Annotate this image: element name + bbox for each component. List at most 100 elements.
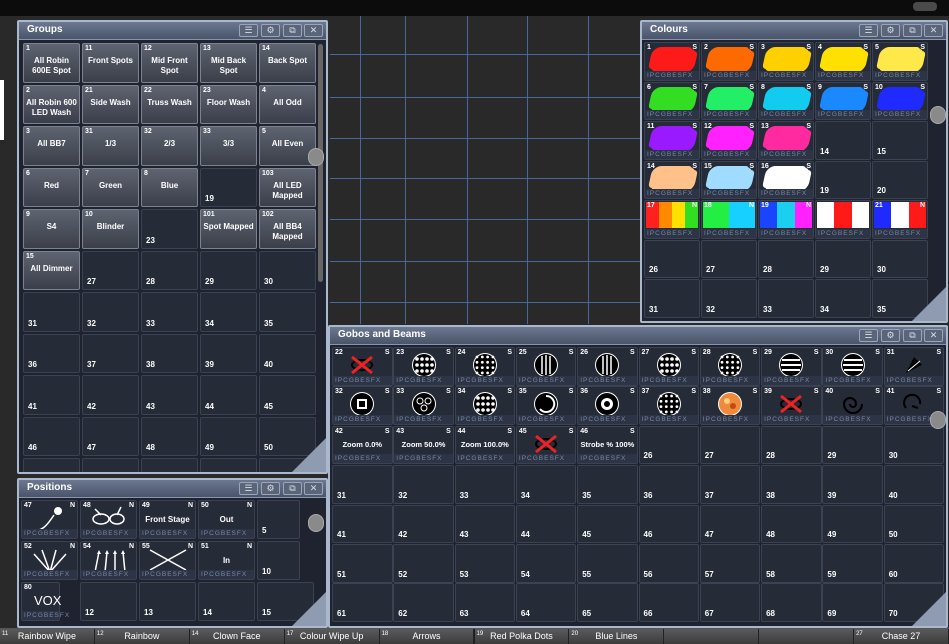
colour-cell[interactable]: 29 <box>815 239 871 278</box>
position-cell[interactable]: VOX IPCGBESFX 80 <box>21 582 69 621</box>
colour-cell[interactable]: IPCGBESFX N 20 <box>815 200 871 239</box>
group-cell[interactable]: 35 <box>259 292 316 332</box>
group-cell[interactable]: 6 Red <box>23 167 80 207</box>
gobo-cell[interactable]: Zoom 50.0% IPCGBESFX S 43 <box>393 425 454 465</box>
resize-corner-icon[interactable] <box>912 287 946 321</box>
group-cell[interactable]: 44 <box>200 375 257 415</box>
gobo-cell[interactable]: IPCGBESFX S 24 <box>454 347 516 386</box>
gobo-cell[interactable]: Zoom 0.0% IPCGBESFX S 42 <box>332 425 393 465</box>
gobo-cell[interactable]: 36 <box>638 465 699 504</box>
gobo-cell[interactable]: 32 <box>393 465 454 504</box>
group-cell[interactable]: 10 Blinder <box>82 209 139 249</box>
position-cell[interactable]: Front Stage IPCGBESFX N 49 <box>139 500 196 539</box>
colour-cell[interactable]: 34 <box>815 279 871 318</box>
gobos-scroll-handle[interactable] <box>930 411 946 429</box>
menu-icon[interactable]: ☰ <box>239 482 258 495</box>
positions-scroll-handle[interactable] <box>308 514 324 532</box>
close-icon[interactable]: ✕ <box>304 482 323 495</box>
group-cell[interactable]: 41 <box>23 375 80 415</box>
gobo-cell[interactable]: 63 <box>454 583 516 622</box>
playback-button[interactable]: 27 Chase 27 <box>854 629 949 644</box>
colour-cell[interactable]: IPCGBESFX S 7 <box>701 81 757 120</box>
colour-cell[interactable]: IPCGBESFX S 2 <box>701 42 757 81</box>
colour-cell[interactable]: IPCGBESFX S 4 <box>815 42 871 81</box>
colour-cell[interactable]: IPCGBESFX S 15 <box>701 160 757 199</box>
group-cell[interactable]: 29 <box>200 250 257 290</box>
group-cell[interactable]: 12 Mid Front Spot <box>141 43 198 83</box>
playback-button[interactable]: 20 Blue Lines <box>569 629 665 644</box>
group-cell[interactable]: 2 All Robin 600 LED Wash <box>23 84 80 124</box>
playback-button[interactable]: 18 Arrows <box>379 629 475 644</box>
colour-cell[interactable]: 20 <box>872 160 928 199</box>
menu-icon[interactable]: ☰ <box>859 24 878 37</box>
colour-cell[interactable]: IPCGBESFX S 13 <box>758 121 814 160</box>
gobo-cell[interactable]: 48 <box>761 504 822 544</box>
position-cell[interactable]: IPCGBESFX N 52 <box>21 541 78 580</box>
menu-icon[interactable]: ☰ <box>239 24 258 37</box>
group-cell[interactable]: 33 <box>141 292 198 332</box>
group-cell[interactable]: 40 <box>259 333 316 373</box>
gobo-cell[interactable]: 55 <box>577 544 638 583</box>
group-cell[interactable]: 9 S4 <box>23 209 80 249</box>
colour-cell[interactable]: 32 <box>701 279 757 318</box>
playback-button[interactable]: 14 Clown Face <box>189 629 285 644</box>
gobo-cell[interactable]: 30 <box>883 425 945 465</box>
gobo-cell[interactable]: 46 <box>638 504 699 544</box>
colour-cell[interactable]: 26 <box>644 239 700 278</box>
close-icon[interactable]: ✕ <box>304 24 323 37</box>
gobo-cell[interactable]: 62 <box>393 583 454 622</box>
gobo-cell[interactable]: 60 <box>883 544 945 583</box>
gobo-cell[interactable]: IPCGBESFX S 28 <box>699 347 761 386</box>
resize-corner-icon[interactable] <box>292 438 326 472</box>
group-cell[interactable]: 31 1/3 <box>82 126 139 166</box>
gobo-cell[interactable]: 49 <box>822 504 883 544</box>
group-cell[interactable]: 49 <box>200 416 257 456</box>
colour-cell[interactable]: IPCGBESFX S 14 <box>644 160 700 199</box>
gobo-cell[interactable]: 59 <box>822 544 883 583</box>
colour-cell[interactable]: 15 <box>872 121 928 160</box>
colour-cell[interactable]: IPCGBESFX S 1 <box>644 42 700 81</box>
group-cell[interactable]: 21 Side Wash <box>82 84 139 124</box>
group-cell[interactable]: 32 2/3 <box>141 126 198 166</box>
gobo-cell[interactable]: IPCGBESFX S 23 <box>393 347 454 386</box>
maximize-icon[interactable]: ⧉ <box>903 24 922 37</box>
groups-scroll-handle[interactable] <box>308 148 324 166</box>
group-cell[interactable]: 39 <box>200 333 257 373</box>
group-cell[interactable]: 31 <box>23 292 80 332</box>
colour-cell[interactable]: 27 <box>701 239 757 278</box>
position-cell[interactable]: IPCGBESFX N 48 <box>80 500 137 539</box>
close-icon[interactable]: ✕ <box>924 24 943 37</box>
resize-corner-icon[interactable] <box>292 592 326 626</box>
group-cell[interactable]: 22 Truss Wash <box>141 84 198 124</box>
gobo-cell[interactable]: IPCGBESFX S 36 <box>577 386 638 425</box>
gobo-cell[interactable]: 61 <box>332 583 393 622</box>
group-cell[interactable]: 1 All Robin 600E Spot <box>23 43 80 83</box>
gobo-cell[interactable]: 56 <box>638 544 699 583</box>
gobo-cell[interactable]: IPCGBESFX S 30 <box>822 347 883 386</box>
gobo-cell[interactable]: IPCGBESFX S 45 <box>515 425 577 465</box>
gobo-cell[interactable]: 41 <box>332 504 393 544</box>
position-cell[interactable]: 14 <box>198 582 255 621</box>
position-cell[interactable]: 10 <box>257 541 300 580</box>
gobo-cell[interactable]: IPCGBESFX S 35 <box>515 386 577 425</box>
colour-cell[interactable]: IPCGBESFX N 17 <box>644 200 700 239</box>
gobo-cell[interactable]: 44 <box>515 504 577 544</box>
gobo-cell[interactable]: 67 <box>699 583 761 622</box>
group-cell[interactable]: 4 All Odd <box>259 84 316 124</box>
playback-button[interactable]: 19 Red Polka Dots <box>474 629 570 644</box>
gobo-cell[interactable]: IPCGBESFX S 25 <box>515 347 577 386</box>
colour-cell[interactable]: IPCGBESFX S 9 <box>815 81 871 120</box>
colour-cell[interactable]: 31 <box>644 279 700 318</box>
position-cell[interactable]: 12 <box>80 582 137 621</box>
gobo-cell[interactable]: IPCGBESFX S 27 <box>638 347 699 386</box>
group-cell[interactable]: 23 Floor Wash <box>200 84 257 124</box>
gobo-cell[interactable]: IPCGBESFX S 40 <box>822 386 883 425</box>
colour-cell[interactable]: 30 <box>872 239 928 278</box>
gobo-cell[interactable]: IPCGBESFX S 26 <box>577 347 638 386</box>
menu-icon[interactable]: ☰ <box>859 329 878 342</box>
gobo-cell[interactable]: 66 <box>638 583 699 622</box>
colour-cell[interactable]: IPCGBESFX N 21 <box>872 200 928 239</box>
gobo-cell[interactable]: IPCGBESFX S 29 <box>761 347 822 386</box>
gobo-cell[interactable]: 35 <box>577 465 638 504</box>
group-cell[interactable]: 23 <box>141 209 198 249</box>
